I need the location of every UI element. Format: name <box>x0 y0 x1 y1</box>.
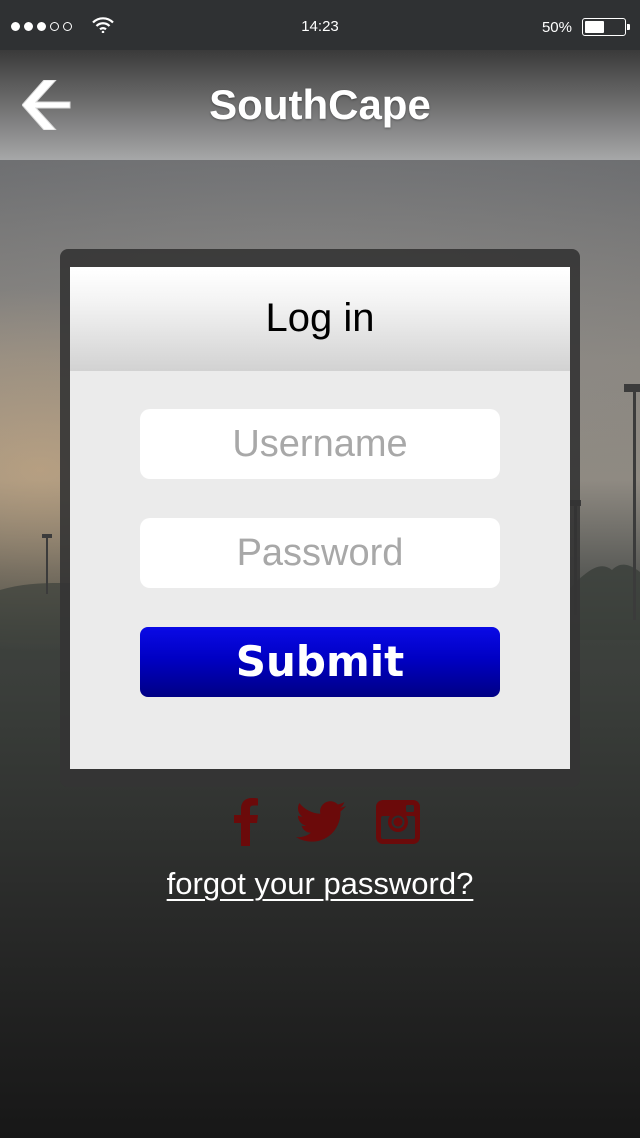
status-bar: 14:23 50% <box>0 0 640 50</box>
battery-icon <box>582 18 630 36</box>
login-title: Log in <box>265 296 375 340</box>
forgot-password-link[interactable]: forgot your password? <box>0 864 640 904</box>
login-panel: Log in Submit <box>60 249 580 787</box>
username-input[interactable] <box>140 409 500 479</box>
app-title: SouthCape <box>209 81 431 128</box>
battery-fill <box>585 21 604 33</box>
navigation-bar: SouthCape <box>0 50 640 160</box>
social-links <box>0 798 640 848</box>
battery-percent: 50% <box>541 19 572 36</box>
submit-button[interactable]: Submit <box>140 627 500 697</box>
login-header: Log in <box>70 267 570 371</box>
login-card: Log in Submit <box>70 267 570 769</box>
facebook-icon[interactable] <box>226 798 266 846</box>
password-input[interactable] <box>140 518 500 588</box>
instagram-icon[interactable] <box>375 798 421 846</box>
twitter-icon[interactable] <box>296 798 348 846</box>
